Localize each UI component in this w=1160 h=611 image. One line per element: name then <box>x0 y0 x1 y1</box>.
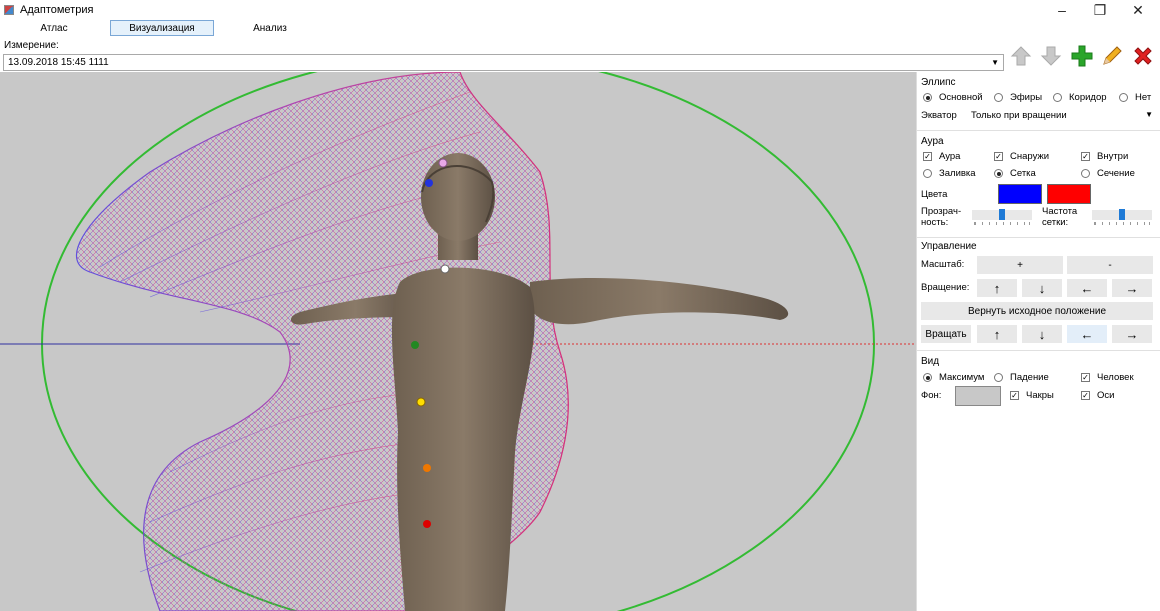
main-tabs: Атлас Визуализация Анализ <box>0 20 330 37</box>
label-aura: Аура <box>939 151 961 162</box>
check-chakras[interactable]: ✓ <box>1010 391 1019 400</box>
label-fill: Заливка <box>939 168 976 179</box>
title-bar: Адаптометрия – ❐ ✕ <box>0 0 1160 20</box>
spin-left-button[interactable]: ← <box>1067 325 1107 343</box>
control-section: Управление Масштаб: + - Вращение: ↑ ↓ ← … <box>917 239 1160 351</box>
spin-up-button[interactable]: ↑ <box>977 325 1017 343</box>
chakra-crown[interactable] <box>438 158 448 168</box>
rotate-down-button[interactable]: ↓ <box>1022 279 1062 297</box>
radio-grid[interactable] <box>994 169 1003 178</box>
background-swatch[interactable] <box>955 386 1001 406</box>
background-label: Фон: <box>921 390 942 401</box>
ellipse-title: Эллипс <box>921 77 956 88</box>
rotate-left-button[interactable]: ← <box>1067 279 1107 297</box>
scale-minus-button[interactable]: - <box>1067 256 1153 274</box>
grid-frequency-slider[interactable] <box>1092 208 1152 226</box>
label-ellipse-ether: Эфиры <box>1010 92 1043 103</box>
scale-plus-button[interactable]: + <box>977 256 1063 274</box>
close-icon[interactable]: ✕ <box>1118 0 1158 20</box>
chevron-down-icon: ▼ <box>1145 110 1153 119</box>
label-human: Человек <box>1097 372 1134 383</box>
radio-ellipse-ether[interactable] <box>994 93 1003 102</box>
tab-analysis[interactable]: Анализ <box>236 20 304 36</box>
radio-section[interactable] <box>1081 169 1090 178</box>
control-title: Управление <box>921 241 977 252</box>
label-chakras: Чакры <box>1026 390 1054 401</box>
label-axes: Оси <box>1097 390 1115 401</box>
colors-label: Цвета <box>921 189 948 200</box>
tab-visualization[interactable]: Визуализация <box>110 20 214 36</box>
measurement-value: 13.09.2018 15:45 1111 <box>8 57 109 68</box>
view-section: Вид Максимум Падение ✓ Человек Фон: ✓ Ча… <box>917 352 1160 410</box>
check-human[interactable]: ✓ <box>1081 373 1090 382</box>
color-swatch-1[interactable] <box>998 184 1042 204</box>
radio-fall[interactable] <box>994 373 1003 382</box>
rotate-up-button[interactable]: ↑ <box>977 279 1017 297</box>
pencil-icon[interactable] <box>1098 42 1126 70</box>
transparency-label: Прозрач- ность: <box>921 206 962 228</box>
chakra-third-eye[interactable] <box>425 179 433 187</box>
check-inside[interactable]: ✓ <box>1081 152 1090 161</box>
rotation-label: Вращение: <box>921 282 970 293</box>
label-ellipse-none: Нет <box>1135 92 1152 103</box>
view-title: Вид <box>921 356 940 367</box>
transparency-slider[interactable] <box>972 208 1032 226</box>
delete-icon[interactable] <box>1129 42 1157 70</box>
rotate-right-button[interactable]: → <box>1112 279 1152 297</box>
label-maximum: Максимум <box>939 372 985 383</box>
radio-ellipse-main[interactable] <box>923 93 932 102</box>
equator-select[interactable]: Только при вращении ▼ <box>971 108 1155 124</box>
chakra-heart[interactable] <box>411 341 419 349</box>
color-swatch-2[interactable] <box>1047 184 1091 204</box>
label-ellipse-corridor: Коридор <box>1069 92 1107 103</box>
check-aura[interactable]: ✓ <box>923 152 932 161</box>
label-grid: Сетка <box>1010 168 1036 179</box>
label-fall: Падение <box>1010 372 1049 383</box>
chevron-down-icon: ▼ <box>991 58 999 67</box>
radio-ellipse-corridor[interactable] <box>1053 93 1062 102</box>
reset-position-button[interactable]: Вернуть исходное положение <box>921 302 1153 320</box>
check-outside[interactable]: ✓ <box>994 152 1003 161</box>
aura-section: Аура ✓ Аура ✓ Снаружи ✓ Внутри Заливка С… <box>917 132 1160 238</box>
scale-label: Масштаб: <box>921 259 965 270</box>
grid-frequency-label: Частота сетки: <box>1042 206 1078 228</box>
chakra-sacral[interactable] <box>423 464 431 472</box>
check-axes[interactable]: ✓ <box>1081 391 1090 400</box>
tab-atlas[interactable]: Атлас <box>20 20 88 36</box>
scene-canvas <box>0 72 916 611</box>
chakra-solar[interactable] <box>416 397 426 407</box>
restore-icon[interactable]: ❐ <box>1080 0 1120 20</box>
visualization-viewport[interactable] <box>0 72 916 611</box>
equator-value: Только при вращении <box>971 110 1067 121</box>
spin-down-button[interactable]: ↓ <box>1022 325 1062 343</box>
chakra-throat[interactable] <box>440 264 450 274</box>
measurement-select[interactable]: 13.09.2018 15:45 1111 ▼ <box>3 54 1004 71</box>
ellipse-section: Эллипс Основной Эфиры Коридор Нет Эквато… <box>917 72 1160 131</box>
label-inside: Внутри <box>1097 151 1129 162</box>
window-title: Адаптометрия <box>20 4 94 16</box>
plus-icon[interactable] <box>1068 42 1096 70</box>
measurement-label: Измерение: <box>4 40 59 51</box>
radio-fill[interactable] <box>923 169 932 178</box>
spin-right-button[interactable]: → <box>1112 325 1152 343</box>
label-ellipse-main: Основной <box>939 92 983 103</box>
chakra-root[interactable] <box>423 520 431 528</box>
minimize-icon[interactable]: – <box>1042 0 1082 20</box>
radio-maximum[interactable] <box>923 373 932 382</box>
arrow-down-icon[interactable] <box>1037 42 1065 70</box>
app-icon <box>4 5 14 15</box>
radio-ellipse-none[interactable] <box>1119 93 1128 102</box>
aura-title: Аура <box>921 136 944 147</box>
settings-panel: Эллипс Основной Эфиры Коридор Нет Эквато… <box>916 72 1160 611</box>
label-section: Сечение <box>1097 168 1135 179</box>
equator-label: Экватор <box>921 110 957 121</box>
rotate-button[interactable]: Вращать <box>921 325 971 343</box>
arrow-up-icon[interactable] <box>1007 42 1035 70</box>
label-outside: Снаружи <box>1010 151 1050 162</box>
